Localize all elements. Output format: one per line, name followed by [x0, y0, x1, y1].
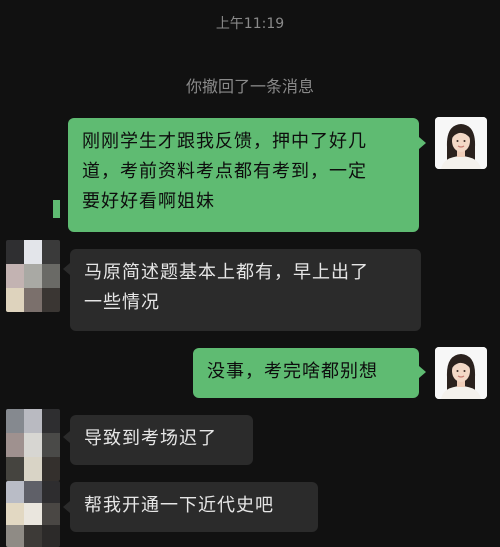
avatar-other[interactable] — [6, 481, 60, 547]
avatar-pixel — [42, 288, 60, 312]
message-line: 要好好看啊姐妹 — [82, 191, 215, 212]
tail-other-2 — [63, 263, 70, 275]
tail-other-5 — [63, 501, 70, 513]
message-line: 一些情况 — [84, 292, 160, 313]
avatar-pixel — [6, 433, 24, 457]
message-line: 没事，考完啥都别想 — [207, 361, 378, 382]
avatar-pixel — [6, 457, 24, 481]
tail-self-3 — [419, 366, 426, 378]
message-bubble-other[interactable]: 导致到考场迟了 — [70, 415, 253, 465]
avatar-pixel — [42, 503, 60, 525]
avatar-pixel — [6, 264, 24, 288]
message-line: 导致到考场迟了 — [84, 428, 217, 449]
message-bubble-self[interactable]: 没事，考完啥都别想 — [193, 348, 419, 398]
avatar-pixel — [6, 503, 24, 525]
message-line: 道，考前资料考点都有考到，一定 — [82, 161, 367, 182]
avatar-pixel — [6, 240, 24, 264]
avatar-pixel — [6, 288, 24, 312]
avatar-pixel — [24, 525, 42, 547]
avatar-self[interactable] — [435, 117, 487, 169]
avatar-pixel — [6, 481, 24, 503]
tail-self-1 — [419, 137, 426, 149]
avatar-pixel — [6, 525, 24, 547]
avatar-pixel — [24, 288, 42, 312]
avatar-pixel — [42, 457, 60, 481]
avatar-pixel — [42, 240, 60, 264]
avatar-pixel — [42, 525, 60, 547]
avatar-pixel — [24, 240, 42, 264]
woman-portrait-icon — [435, 117, 487, 169]
message-bubble-other[interactable]: 马原简述题基本上都有，早上出了 一些情况 — [70, 249, 421, 331]
recall-notice: 你撤回了一条消息 — [185, 77, 314, 96]
avatar-pixel — [6, 409, 24, 433]
timestamp: 上午11:19 — [215, 16, 285, 32]
message-bubble-self[interactable]: 刚刚学生才跟我反馈，押中了好几 道，考前资料考点都有考到，一定 要好好看啊姐妹 — [68, 118, 419, 232]
avatar-pixel — [24, 264, 42, 288]
unread-side-marker — [53, 200, 60, 218]
avatar-self[interactable] — [435, 347, 487, 399]
message-line: 帮我开通一下近代史吧 — [84, 495, 274, 516]
avatar-pixel — [24, 433, 42, 457]
avatar-pixel — [42, 481, 60, 503]
avatar-pixel — [24, 481, 42, 503]
avatar-pixel — [42, 433, 60, 457]
message-bubble-other[interactable]: 帮我开通一下近代史吧 — [70, 482, 318, 532]
avatar-pixel — [24, 409, 42, 433]
avatar-other[interactable] — [6, 240, 60, 312]
avatar-other[interactable] — [6, 409, 60, 481]
avatar-pixel — [42, 409, 60, 433]
avatar-pixel — [24, 503, 42, 525]
woman-portrait-icon — [435, 347, 487, 399]
message-line: 刚刚学生才跟我反馈，押中了好几 — [82, 131, 367, 152]
message-line: 马原简述题基本上都有，早上出了 — [84, 262, 369, 283]
avatar-pixel — [42, 264, 60, 288]
avatar-pixel — [24, 457, 42, 481]
tail-other-4 — [63, 431, 70, 443]
